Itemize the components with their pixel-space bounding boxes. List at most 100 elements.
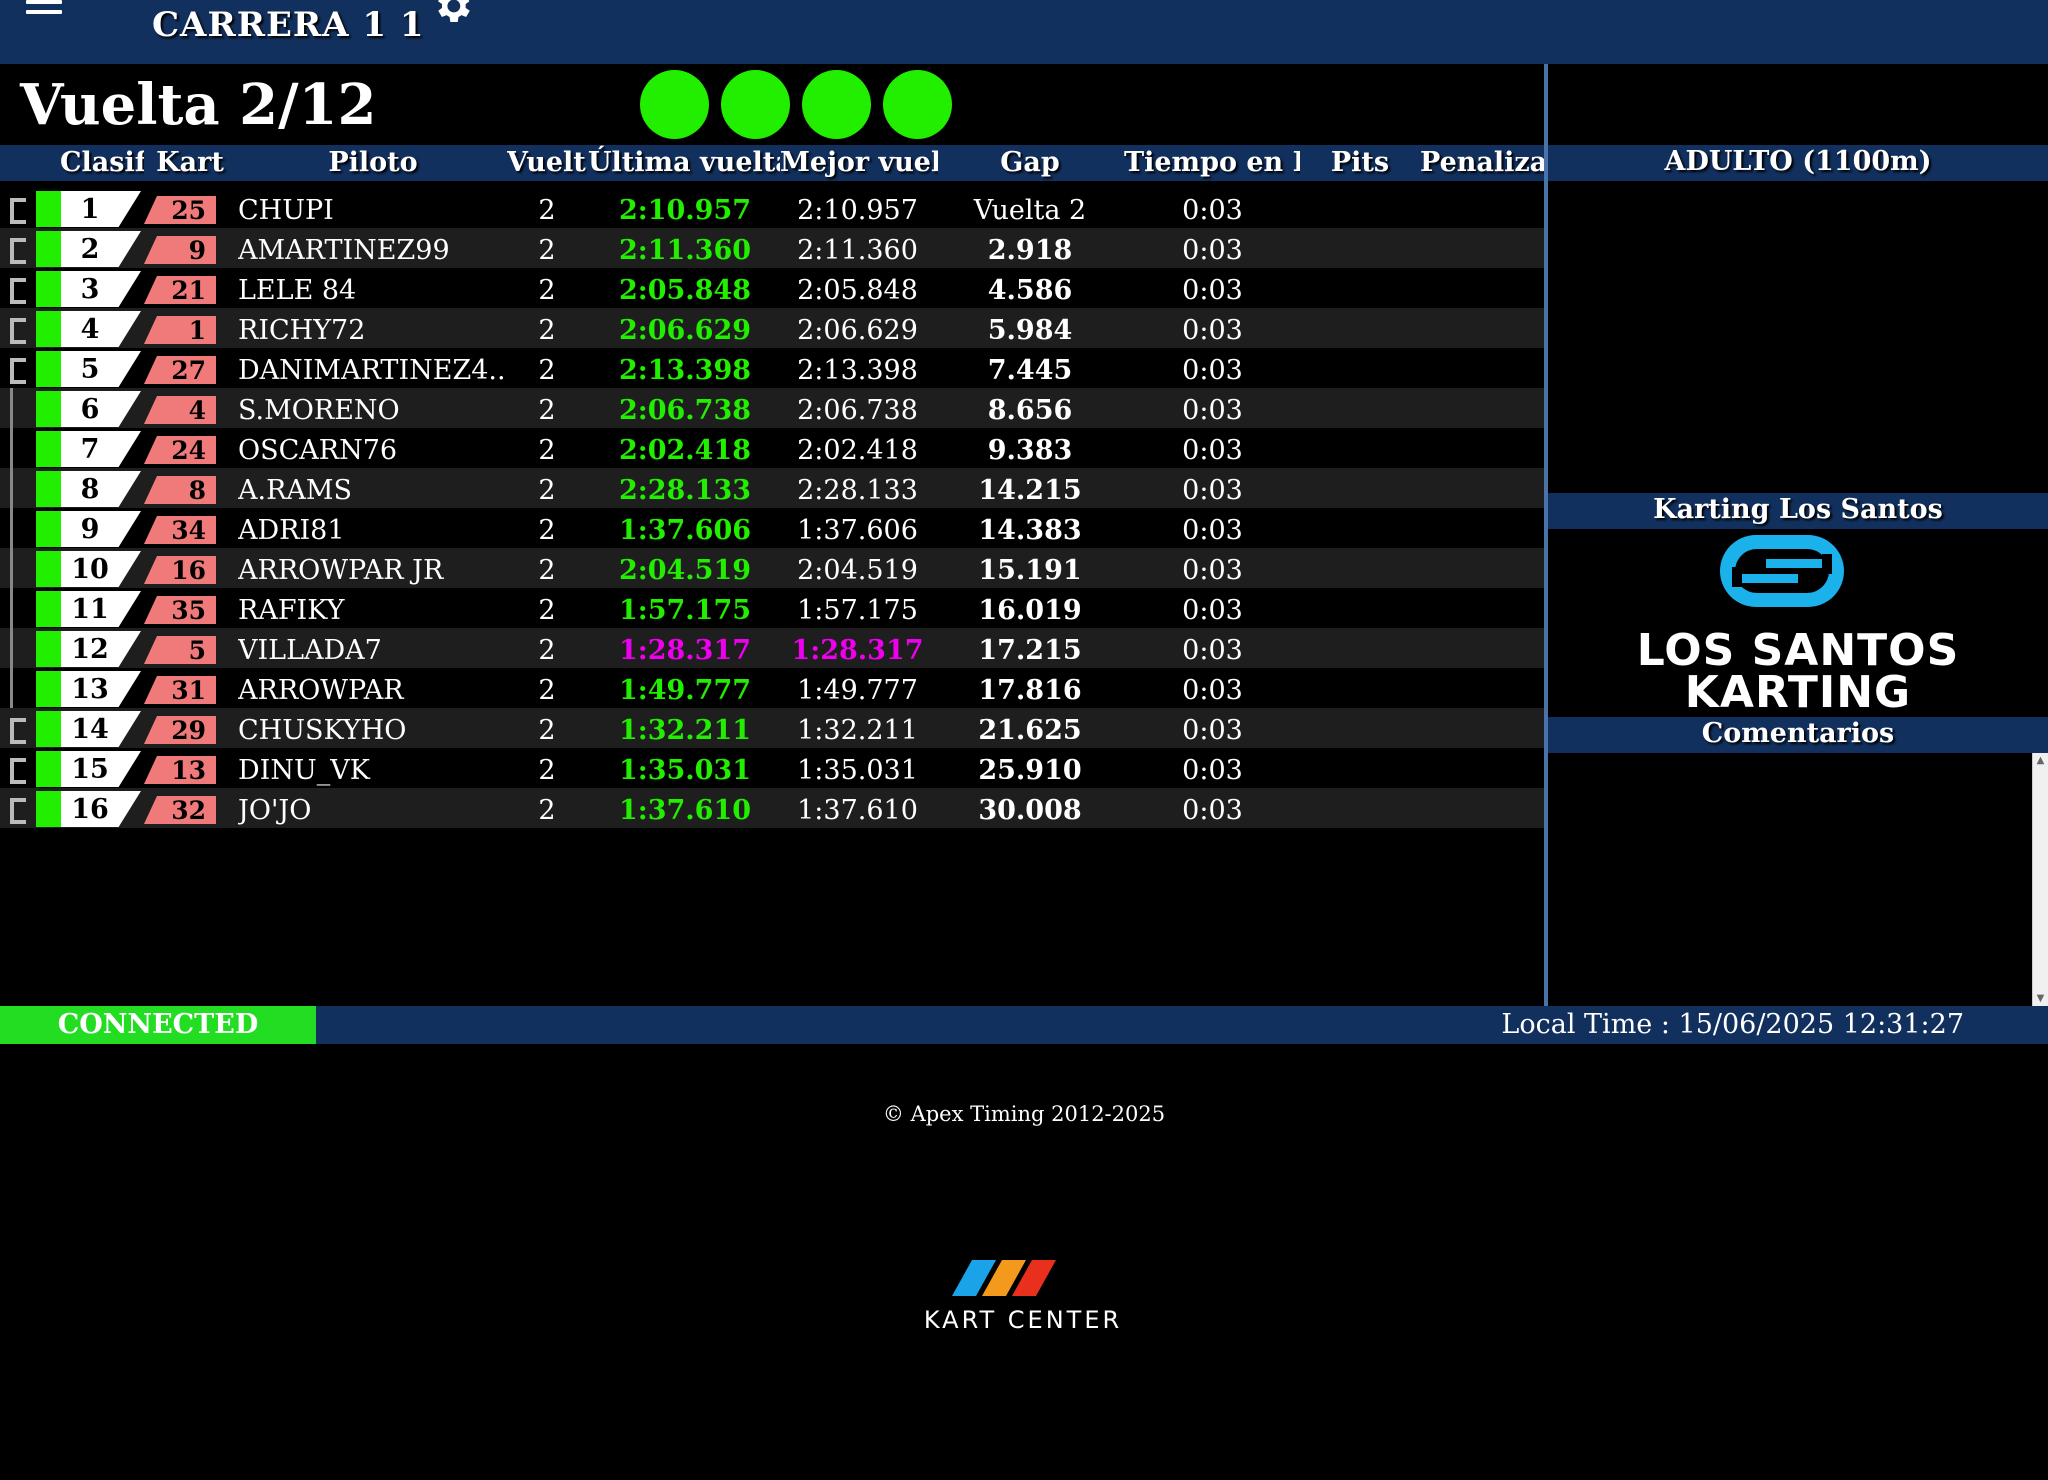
- column-header-gap[interactable]: Gap: [945, 145, 1115, 181]
- column-header-tiempo-en-pit[interactable]: Tiempo en I: [1124, 145, 1300, 181]
- top-bar: CARRERA 1 1: [0, 0, 2048, 64]
- column-header-ultima-vuelta[interactable]: Última vuelta: [588, 145, 780, 181]
- pit-time: 0:03: [1182, 515, 1243, 546]
- table-row[interactable]: 9 34 ADRI81 2 1:37.606 1:37.606 14.383 0:03: [0, 508, 1544, 548]
- pilot-name[interactable]: ARROWPAR JR: [238, 548, 508, 588]
- status-indicator: [36, 271, 61, 307]
- table-row[interactable]: 7 24 OSCARN76 2 2:02.418 2:02.418 9.383 0:03: [0, 428, 1544, 468]
- last-lap: 2:13.398: [618, 355, 752, 386]
- laps: 2: [538, 795, 556, 826]
- pilot-name[interactable]: CHUSKYHO: [238, 708, 508, 748]
- table-row[interactable]: 10 16 ARROWPAR JR 2 2:04.519 2:04.519 15.191 0:…: [0, 548, 1544, 588]
- laps: 2: [538, 675, 556, 706]
- column-header-pits[interactable]: Pits: [1310, 145, 1410, 181]
- table-row[interactable]: 5 27 DANIMARTINEZ4... 2 2:13.398 2:13.398 7.44…: [0, 348, 1544, 388]
- last-lap: 1:35.031: [618, 755, 752, 786]
- pilot-name[interactable]: AMARTINEZ99: [238, 228, 508, 268]
- kart-number: 5: [144, 636, 216, 664]
- table-row[interactable]: 6 4 S.MORENO 2 2:06.738 2:06.738 8.656 0:03: [0, 388, 1544, 428]
- last-lap: 1:32.211: [618, 715, 752, 746]
- position: 5: [61, 351, 141, 387]
- last-lap: 2:02.418: [618, 435, 752, 466]
- last-lap: 2:06.629: [618, 315, 752, 346]
- comments-scrollbar[interactable]: ▲ ▼: [2032, 753, 2048, 1006]
- hamburger-menu-icon[interactable]: [26, 0, 62, 22]
- kart-number: 9: [144, 236, 216, 264]
- pilot-name[interactable]: ADRI81: [238, 508, 508, 548]
- status-bar: CONNECTED Local Time : 15/06/2025 12:31:…: [0, 1006, 2048, 1044]
- kart-number: 8: [144, 476, 216, 504]
- column-header-penalizacion[interactable]: Penaliza: [1420, 145, 1544, 181]
- position: 6: [61, 391, 141, 427]
- laps: 2: [538, 435, 556, 466]
- gap: 5.984: [987, 315, 1073, 346]
- best-lap: 1:57.175: [797, 595, 918, 626]
- last-lap: 1:57.175: [618, 595, 752, 626]
- status-indicator: [36, 711, 61, 747]
- pilot-name[interactable]: RAFIKY: [238, 588, 508, 628]
- table-row[interactable]: 1 25 CHUPI 2 2:10.957 2:10.957 Vuelta 2 0:03: [0, 188, 1544, 228]
- gear-icon[interactable]: [430, 0, 474, 28]
- column-header-vueltas[interactable]: Vuelta: [507, 145, 587, 181]
- kart-center-logo: KART CENTER: [912, 1256, 1134, 1336]
- best-lap: 1:32.211: [797, 715, 918, 746]
- column-header-clasif[interactable]: Clasif: [60, 145, 144, 181]
- pilot-name[interactable]: LELE 84: [238, 268, 508, 308]
- position: 10: [61, 551, 141, 587]
- table-row[interactable]: 2 9 AMARTINEZ99 2 2:11.360 2:11.360 2.918 0:03: [0, 228, 1544, 268]
- table-row[interactable]: 16 32 JO'JO 2 1:37.610 1:37.610 30.008 0:03: [0, 788, 1544, 828]
- pilot-name[interactable]: OSCARN76: [238, 428, 508, 468]
- group-bracket: [10, 358, 26, 384]
- lap-counter: Vuelta 2/12: [20, 72, 377, 138]
- column-header-kart[interactable]: Kart: [152, 145, 228, 181]
- table-row[interactable]: 8 8 A.RAMS 2 2:28.133 2:28.133 14.215 0:03: [0, 468, 1544, 508]
- pit-time: 0:03: [1182, 435, 1243, 466]
- best-lap: 2:13.398: [797, 355, 918, 386]
- last-lap: 2:04.519: [618, 555, 752, 586]
- pilot-name[interactable]: CHUPI: [238, 188, 508, 228]
- kart-number: 21: [144, 276, 216, 304]
- kart-number: 1: [144, 316, 216, 344]
- column-header-mejor-vuelta[interactable]: Mejor vuel: [780, 145, 938, 181]
- table-row[interactable]: 4 1 RICHY72 2 2:06.629 2:06.629 5.984 0:03: [0, 308, 1544, 348]
- pilot-name[interactable]: ARROWPAR: [238, 668, 508, 708]
- pilot-name[interactable]: VILLADA7: [238, 628, 508, 668]
- start-light: [802, 70, 871, 139]
- table-row[interactable]: 14 29 CHUSKYHO 2 1:32.211 1:32.211 21.625 0:03: [0, 708, 1544, 748]
- kart-number: 27: [144, 356, 216, 384]
- pilot-name[interactable]: A.RAMS: [238, 468, 508, 508]
- pit-time: 0:03: [1182, 555, 1243, 586]
- table-row[interactable]: 3 21 LELE 84 2 2:05.848 2:05.848 4.586 0:03: [0, 268, 1544, 308]
- last-lap: 1:37.606: [618, 515, 752, 546]
- category-header: ADULTO (1100m): [1548, 145, 2048, 181]
- group-bracket: [10, 198, 26, 224]
- column-header-piloto[interactable]: Piloto: [238, 145, 508, 181]
- pilot-name[interactable]: RICHY72: [238, 308, 508, 348]
- table-row[interactable]: 11 35 RAFIKY 2 1:57.175 1:57.175 16.019 0:03: [0, 588, 1544, 628]
- pilot-name[interactable]: DINU_VK: [238, 748, 508, 788]
- last-lap: 1:28.317: [618, 635, 752, 666]
- last-lap: 1:37.610: [618, 795, 752, 826]
- scroll-up-arrow-icon[interactable]: ▲: [2033, 753, 2048, 768]
- gap: 30.008: [978, 795, 1082, 826]
- pilot-name[interactable]: S.MORENO: [238, 388, 508, 428]
- pilot-name[interactable]: DANIMARTINEZ4...: [238, 348, 508, 388]
- laps: 2: [538, 635, 556, 666]
- table-row[interactable]: 12 5 VILLADA7 2 1:28.317 1:28.317 17.215 0:03: [0, 628, 1544, 668]
- group-bracket: [10, 758, 26, 784]
- group-bracket: [10, 548, 26, 588]
- laps: 2: [538, 515, 556, 546]
- group-bracket: [10, 628, 26, 668]
- gap: 4.586: [987, 275, 1073, 306]
- gap: 14.383: [978, 515, 1082, 546]
- table-row[interactable]: 13 31 ARROWPAR 2 1:49.777 1:49.777 17.816 0:03: [0, 668, 1544, 708]
- laps: 2: [538, 755, 556, 786]
- position: 13: [61, 671, 141, 707]
- position: 3: [61, 271, 141, 307]
- kart-number: 35: [144, 596, 216, 624]
- table-header: Clasif Kart Piloto Vuelta Última vuelta …: [0, 145, 1544, 181]
- table-row[interactable]: 15 13 DINU_VK 2 1:35.031 1:35.031 25.910 0:03: [0, 748, 1544, 788]
- pilot-name[interactable]: JO'JO: [238, 788, 508, 828]
- status-indicator: [36, 631, 61, 667]
- scroll-down-arrow-icon[interactable]: ▼: [2033, 991, 2048, 1006]
